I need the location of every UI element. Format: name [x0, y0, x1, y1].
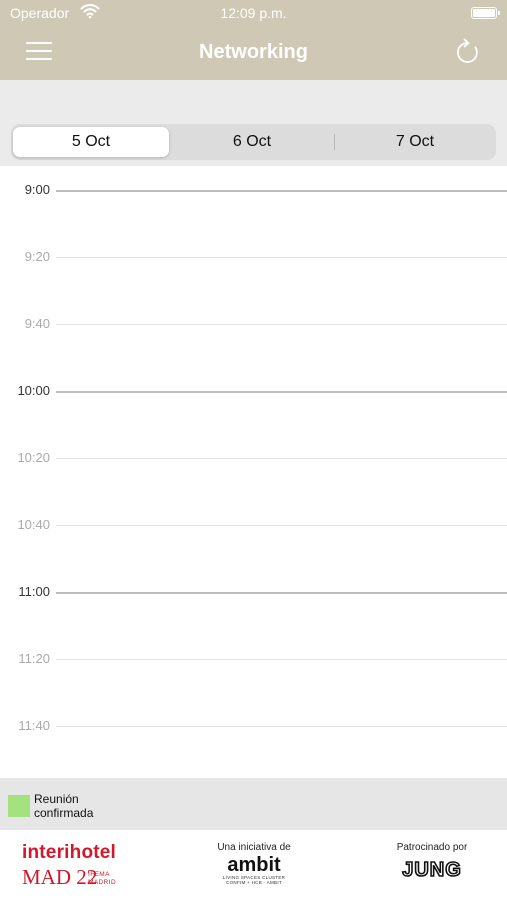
- time-slot-row: 10:40: [0, 517, 507, 537]
- time-slot-row: 9:20: [0, 249, 507, 269]
- legend-label: Reunión confirmada: [34, 792, 154, 820]
- time-gridline: [56, 525, 507, 526]
- time-gridline: [56, 592, 507, 594]
- ambit-tagline: CONFIM + HCB · AMBIT: [226, 880, 282, 885]
- time-slot-row: 9:00: [0, 182, 507, 202]
- venue-line: IFEMA: [88, 871, 110, 878]
- page-title: Networking: [199, 41, 308, 63]
- time-gridline: [56, 324, 507, 325]
- time-label: 10:00: [17, 383, 50, 398]
- edition-wordmark: MAD 22: [22, 865, 98, 889]
- time-gridline: [56, 726, 507, 727]
- time-gridline: [56, 190, 507, 192]
- time-label: 9:00: [24, 182, 50, 197]
- sponsor-block: Patrocinado por JUNG: [372, 842, 492, 880]
- time-gridline: [56, 458, 507, 459]
- segment-divider: [334, 134, 335, 150]
- time-slot-row: 10:20: [0, 450, 507, 470]
- legend-label-line: confirmada: [34, 806, 94, 820]
- sponsor-footer: interihotel MAD 22 IFEMA MADRID Una inic…: [0, 830, 507, 900]
- svg-text:JUNG: JUNG: [402, 859, 462, 880]
- top-header: Operador 12:09 p.m. Networking: [0, 0, 507, 80]
- sponsor-caption: Patrocinado por: [396, 842, 468, 853]
- venue-line: MADRID: [88, 879, 117, 886]
- legend-bar: Reunión confirmada: [0, 778, 507, 830]
- app-screen: Operador 12:09 p.m. Networking 5 Oct 6 O…: [0, 0, 507, 900]
- initiative-caption: Una iniciativa de: [217, 842, 291, 853]
- status-bar: Operador 12:09 p.m.: [0, 0, 507, 28]
- time-label: 9:40: [24, 316, 50, 331]
- time-slot-row: 10:00: [0, 383, 507, 403]
- time-gridline: [56, 257, 507, 258]
- time-label: 11:20: [18, 651, 50, 666]
- time-gridline: [56, 659, 507, 660]
- time-slot-row: 11:20: [0, 651, 507, 671]
- time-label: 9:20: [24, 249, 50, 264]
- legend-label-line: Reunión: [34, 792, 79, 806]
- time-slot-row: 11:00: [0, 584, 507, 604]
- jung-logo: JUNG: [401, 858, 462, 880]
- time-label: 11:40: [18, 718, 50, 733]
- time-gridline: [56, 391, 507, 393]
- interihotel-wordmark: interihotel: [22, 842, 117, 863]
- refresh-icon[interactable]: [455, 38, 481, 66]
- date-tab-7-oct[interactable]: 7 Oct: [337, 127, 493, 157]
- status-clock: 12:09 p.m.: [220, 5, 287, 21]
- time-label: 10:20: [17, 450, 50, 465]
- interihotel-logo: interihotel MAD 22 IFEMA MADRID: [22, 842, 162, 892]
- confirmed-meeting-swatch: [8, 795, 30, 817]
- initiative-block: Una iniciativa de ambit LIVING SPACES CL…: [194, 842, 314, 885]
- battery-icon: [471, 7, 500, 19]
- time-slot-row: 11:40: [0, 718, 507, 738]
- venue-wordmark: IFEMA MADRID: [88, 871, 148, 887]
- date-tab-5-oct[interactable]: 5 Oct: [13, 127, 169, 157]
- time-label: 11:00: [18, 584, 50, 599]
- schedule-grid[interactable]: 9:00 9:20 9:40 10:00 10:20 10:40 11:00 1…: [0, 166, 507, 778]
- time-label: 10:40: [17, 517, 50, 532]
- time-slot-row: 9:40: [0, 316, 507, 336]
- ambit-logo: ambit: [227, 854, 281, 876]
- date-tab-6-oct[interactable]: 6 Oct: [173, 127, 331, 157]
- date-segmented-control: 5 Oct 6 Oct 7 Oct: [11, 124, 496, 160]
